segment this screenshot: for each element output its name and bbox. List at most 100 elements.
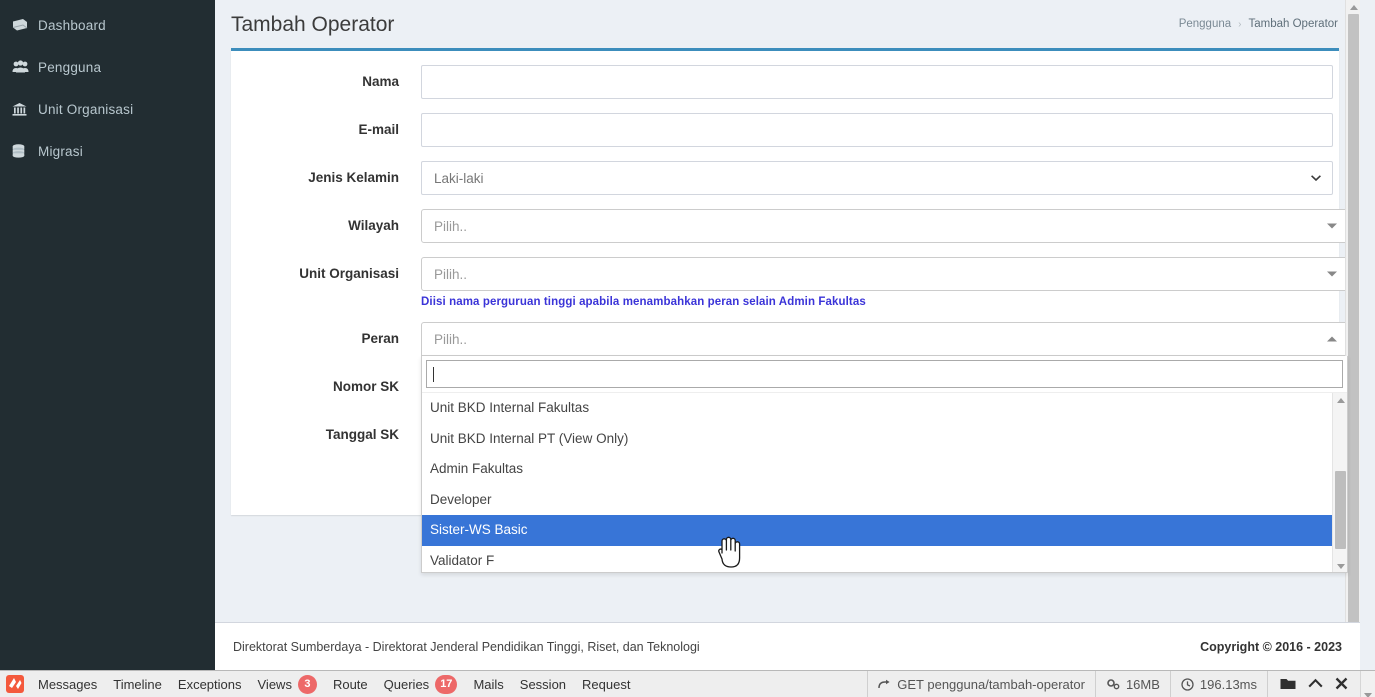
queries-badge: 17 [435,674,458,694]
gears-icon [1107,679,1120,690]
label-jenis-kelamin: Jenis Kelamin [308,170,399,185]
field-email [421,113,1333,147]
route-arrow-icon [878,679,890,688]
views-badge: 3 [297,674,317,694]
chevron-up-icon [1327,336,1337,342]
chevron-down-icon [1327,271,1337,277]
peran-option[interactable]: Validator F [422,546,1347,573]
sidebar-item-label: Dashboard [38,17,106,33]
tab-label: Exceptions [177,676,242,692]
form-row-wilayah: Wilayah Pilih.. [231,209,1348,243]
sidebar-item-label: Unit Organisasi [38,101,134,117]
breadcrumb-separator-icon: › [1238,18,1242,30]
email-input[interactable] [421,113,1333,147]
field-peran: Pilih.. Unit BKD Internal Fakultas Unit … [421,322,1348,573]
sidebar-item-migrasi[interactable]: Migrasi [0,130,215,172]
dropdown-scrollbar[interactable] [1332,393,1347,572]
field-wilayah: Pilih.. [421,209,1348,243]
chevron-up-icon[interactable] [1308,678,1323,691]
sidebar-item-unit-organisasi[interactable]: Unit Organisasi [0,88,215,130]
debugbar-tab-session[interactable]: Session [512,671,574,697]
peran-option[interactable]: Unit BKD Internal Fakultas [422,393,1347,424]
debugbar-tab-request[interactable]: Request [574,671,638,697]
peran-option[interactable]: Unit BKD Internal PT (View Only) [422,424,1347,455]
scroll-down-icon[interactable] [1333,559,1347,572]
sidebar-item-label: Pengguna [38,59,102,75]
close-icon[interactable] [1335,677,1348,692]
chevron-down-icon [1327,223,1337,229]
peran-option[interactable]: Admin Fakultas [422,454,1347,485]
scrollbar-thumb[interactable] [1335,471,1346,549]
chevron-down-icon [1311,175,1321,181]
peran-search-wrap [422,356,1347,392]
time-label: 196.13ms [1199,676,1257,692]
form-row-nama: Nama [231,65,1333,99]
debugbar-controls [1267,670,1360,697]
users-icon [12,60,38,74]
tab-label: Session [519,676,567,692]
wilayah-select2[interactable]: Pilih.. [421,209,1348,243]
debugbar-tab-queries[interactable]: Queries 17 [376,671,466,697]
breadcrumb-parent[interactable]: Pengguna [1179,18,1231,30]
field-unit-organisasi: Pilih.. Diisi nama perguruan tinggi apab… [421,257,1348,308]
jenis-kelamin-select[interactable]: Laki-laki [421,161,1333,195]
debugbar-tab-timeline[interactable]: Timeline [105,671,170,697]
label-nama: Nama [362,74,399,89]
label-email: E-mail [358,122,399,137]
text-caret-icon [433,366,434,382]
debugbar-tab-views[interactable]: Views 3 [250,671,325,697]
peran-option[interactable]: Developer [422,485,1347,516]
memory-label: 16MB [1125,676,1160,692]
debugbar-route[interactable]: GET pengguna/tambah-operator [867,670,1095,697]
nama-input[interactable] [421,65,1333,99]
label-wilayah: Wilayah [348,218,399,233]
label-peran: Peran [361,331,399,346]
sidebar-item-label: Migrasi [38,143,83,159]
scroll-up-icon[interactable] [1346,0,1361,14]
peran-option-highlighted[interactable]: Sister-WS Basic [422,515,1347,546]
sidebar-item-dashboard[interactable]: Dashboard [0,4,215,46]
peran-select2[interactable]: Pilih.. [421,322,1348,356]
sidebar-item-pengguna[interactable]: Pengguna [0,46,215,88]
unit-organisasi-value: Pilih.. [434,266,468,282]
scroll-up-icon[interactable] [1333,393,1347,407]
debugbar-tab-mails[interactable]: Mails [465,671,511,697]
peran-options-list[interactable]: Unit BKD Internal Fakultas Unit BKD Inte… [422,392,1347,572]
tab-label: Views [257,676,292,692]
scrollbar-thumb[interactable] [1348,14,1359,634]
page-header: Tambah Operator Pengguna › Tambah Operat… [215,0,1360,48]
breadcrumb-current: Tambah Operator [1248,18,1339,30]
form-card: Nama E-mail Jenis Kelamin Laki-laki Wila… [231,48,1348,573]
clock-icon [1181,677,1194,691]
debugbar-tabs: Messages Timeline Exceptions Views 3 Rou… [30,671,638,697]
page-footer: Direktorat Sumberdaya - Direktorat Jende… [215,622,1360,670]
folder-icon[interactable] [1280,677,1296,692]
label-nomor-sk: Nomor SK [332,379,399,394]
laravel-logo-icon[interactable] [0,671,30,697]
peran-dropdown: Unit BKD Internal Fakultas Unit BKD Inte… [421,356,1348,573]
tab-label: Request [582,676,631,692]
scroll-down-icon[interactable] [1364,692,1372,697]
unit-organisasi-select2[interactable]: Pilih.. [421,257,1348,291]
dashboard-icon [12,18,38,32]
peran-search-input[interactable] [426,360,1343,388]
route-label: GET pengguna/tambah-operator [897,676,1085,692]
debugbar-tab-route[interactable]: Route [325,671,376,697]
tab-label: Route [332,676,368,692]
content-wrapper: Tambah Operator Pengguna › Tambah Operat… [215,0,1360,670]
debugbar-scrollbar[interactable] [1360,670,1375,697]
bank-icon [12,102,38,116]
debugbar-memory[interactable]: 16MB [1094,670,1170,697]
debugbar: Messages Timeline Exceptions Views 3 Rou… [0,670,1375,697]
form-row-unit-organisasi: Unit Organisasi Pilih.. Diisi nama pergu… [231,257,1348,308]
debugbar-time[interactable]: 196.13ms [1169,670,1267,697]
app-root: Dashboard Pengguna Unit Organisasi Migra… [0,0,1375,697]
wilayah-value: Pilih.. [434,218,468,234]
form-row-email: E-mail [231,113,1333,147]
debugbar-tab-exceptions[interactable]: Exceptions [170,671,250,697]
form-card-body: Nama E-mail Jenis Kelamin Laki-laki Wila… [231,51,1348,573]
tab-label: Messages [38,676,98,692]
tab-label: Mails [473,676,504,692]
debugbar-tab-messages[interactable]: Messages [30,671,105,697]
tab-label: Queries [383,676,430,692]
